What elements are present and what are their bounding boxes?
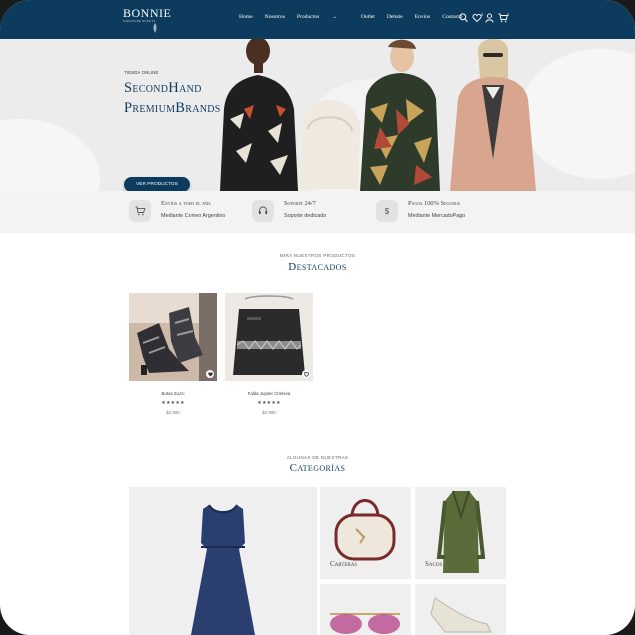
nav-item-productos-label: Productos	[296, 14, 320, 20]
category-label: Carteras	[330, 560, 358, 568]
hero-models-image	[220, 39, 536, 191]
rating-stars: ★★★★★	[161, 400, 185, 406]
nav-item-nosotros[interactable]: Nosotros	[265, 14, 285, 20]
nav-item-productos[interactable]: Productos ⌄	[297, 14, 349, 20]
product-image[interactable]	[225, 293, 313, 381]
categories-title: Categorías	[289, 462, 346, 474]
heart-icon[interactable]	[302, 370, 310, 378]
feature-shipping: Envíos a todo el país Mediante Correo Ar…	[129, 197, 249, 225]
nav-item-debate[interactable]: Debate	[387, 14, 403, 20]
chevron-down-icon: ⌄	[332, 15, 337, 20]
sunglasses-image	[330, 613, 400, 634]
category-dresses[interactable]	[129, 487, 317, 635]
nav-item-outlet[interactable]: Outlet	[361, 14, 375, 20]
category-label: Sacos	[425, 560, 443, 568]
feature-title: Envíos a todo el país	[161, 200, 211, 207]
boots-image	[129, 293, 217, 381]
featured-title: Destacados	[288, 261, 347, 273]
brand-tagline: SIGNATURE OUTFITS	[123, 20, 156, 23]
feature-support: Soporte 24/7 Soporte dedicado	[252, 197, 362, 225]
featured-kicker: MIRA NUESTROS PRODUCTOS	[279, 253, 356, 258]
features-bar: Envíos a todo el país Mediante Correo Ar…	[0, 191, 635, 233]
search-icon[interactable]	[459, 13, 468, 23]
nav-item-home[interactable]: Home	[239, 14, 253, 20]
support-icon	[252, 200, 274, 222]
feature-subtitle: Mediante MercadoPago	[408, 213, 466, 219]
product-card[interactable]: Falda Jupiter Chelsea ★★★★★ $2.990	[225, 293, 313, 418]
category-zapatos[interactable]	[415, 584, 506, 635]
hero-title-line1: SecondHand	[124, 80, 202, 96]
dress-image	[191, 504, 255, 635]
user-icon[interactable]	[485, 13, 494, 23]
hero-blob-left	[0, 119, 100, 191]
categories-kicker: ALGUNAS DE NUESTRAS	[286, 455, 349, 460]
category-sacos[interactable]: Sacos	[415, 487, 506, 579]
feature-title: Soporte 24/7	[284, 200, 316, 207]
skirt-image	[225, 293, 313, 381]
product-card[interactable]: Botas Zuzzi ★★★★★ $2.900	[129, 293, 217, 418]
cart-count: 0	[507, 12, 510, 17]
hero-banner: TIENDA ONLINE SecondHand PremiumBrands V…	[0, 39, 635, 191]
heart-icon[interactable]	[206, 370, 214, 378]
product-image[interactable]	[129, 293, 217, 381]
product-name[interactable]: Botas Zuzzi	[129, 391, 217, 396]
hero-title: SecondHand PremiumBrands	[124, 78, 221, 118]
brand-name: BONNIE	[123, 6, 172, 20]
product-price: $2.900	[166, 410, 180, 415]
feature-title: Pagos 100% Seguros	[408, 200, 461, 207]
feature-payments: $ Pagos 100% Seguros Mediante MercadoPag…	[376, 197, 496, 225]
hero-title-line2: PremiumBrands	[124, 100, 221, 116]
ver-productos-button[interactable]: VER PRODUCTOS	[124, 177, 190, 191]
dollar-icon: $	[376, 200, 398, 222]
page-frame: BONNIE SIGNATURE OUTFITS Home Nosotros P…	[0, 0, 635, 635]
product-name[interactable]: Falda Jupiter Chelsea	[225, 391, 313, 396]
nav-item-envios[interactable]: Envíos	[415, 14, 431, 20]
feature-subtitle: Mediante Correo Argentino	[161, 213, 226, 219]
rating-stars: ★★★★★	[257, 400, 281, 406]
hero-kicker: TIENDA ONLINE	[124, 70, 159, 75]
header-icons: 0 0	[459, 12, 511, 25]
site-header: BONNIE SIGNATURE OUTFITS Home Nosotros P…	[0, 0, 635, 39]
wishlist-count: 0	[481, 12, 484, 17]
shoe-image	[430, 597, 492, 633]
brand-logo[interactable]: BONNIE SIGNATURE OUTFITS	[123, 6, 172, 36]
feather-icon	[153, 23, 157, 33]
category-carteras[interactable]: Carteras	[320, 487, 411, 579]
cart-icon	[129, 200, 151, 222]
category-lentes[interactable]	[320, 584, 411, 635]
main-nav: Home Nosotros Productos ⌄ Outlet Debate …	[239, 14, 474, 20]
product-price: $2.990	[262, 410, 276, 415]
feature-subtitle: Soporte dedicado	[284, 213, 327, 219]
